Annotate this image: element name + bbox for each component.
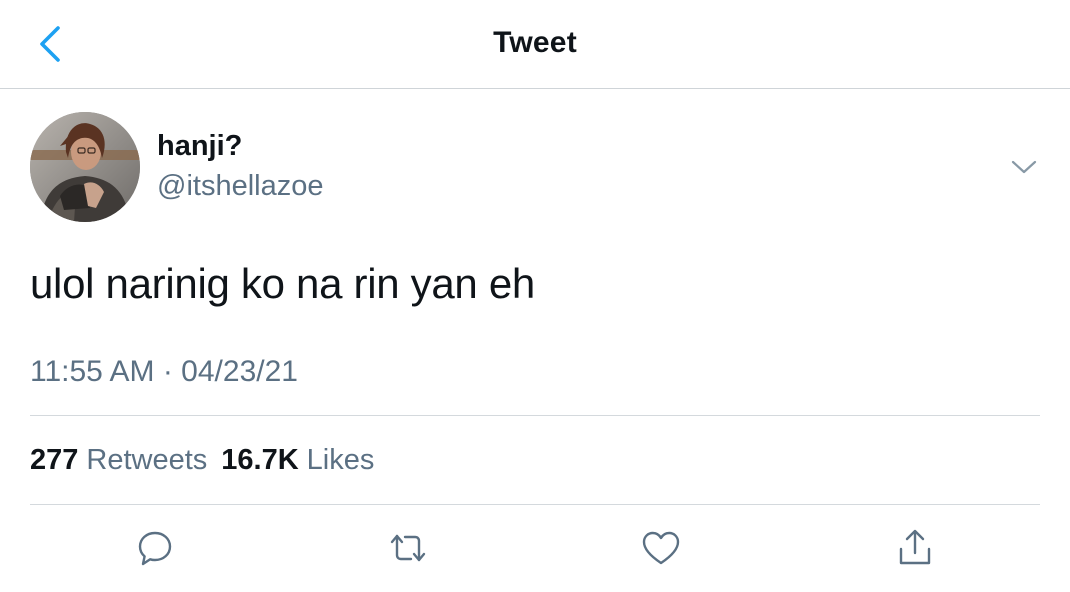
avatar[interactable]: [30, 112, 140, 222]
reply-button[interactable]: [133, 526, 177, 570]
author-handle[interactable]: @itshellazoe: [157, 170, 323, 203]
share-icon: [899, 529, 931, 565]
retweet-button[interactable]: [386, 526, 430, 570]
retweets-count: 277: [30, 444, 79, 476]
tweet-text: ulol narinig ko na rin yan eh: [30, 260, 535, 307]
author-display-name[interactable]: hanji?: [157, 130, 242, 163]
divider: [30, 415, 1040, 416]
more-options-button[interactable]: [1008, 152, 1040, 182]
tweet-timestamp: 11:55 AM · 04/23/21: [30, 355, 298, 388]
divider: [30, 504, 1040, 505]
tweet-author: hanji? @itshellazoe: [30, 112, 1040, 224]
engagement-stats: 277 Retweets 16.7K Likes: [30, 444, 374, 477]
retweets-stat[interactable]: 277 Retweets: [30, 444, 207, 477]
chevron-down-icon: [1011, 160, 1037, 174]
navigation-bar: Tweet: [0, 0, 1070, 89]
reply-icon: [138, 531, 172, 566]
likes-count: 16.7K: [221, 444, 299, 476]
likes-label: Likes: [306, 444, 375, 476]
heart-icon: [642, 531, 680, 565]
page-title: Tweet: [493, 26, 577, 59]
like-button[interactable]: [639, 526, 683, 570]
likes-stat[interactable]: 16.7K Likes: [221, 444, 374, 477]
share-button[interactable]: [893, 526, 937, 570]
avatar-image: [30, 112, 140, 222]
retweets-label: Retweets: [86, 444, 208, 476]
retweet-icon: [390, 534, 426, 562]
